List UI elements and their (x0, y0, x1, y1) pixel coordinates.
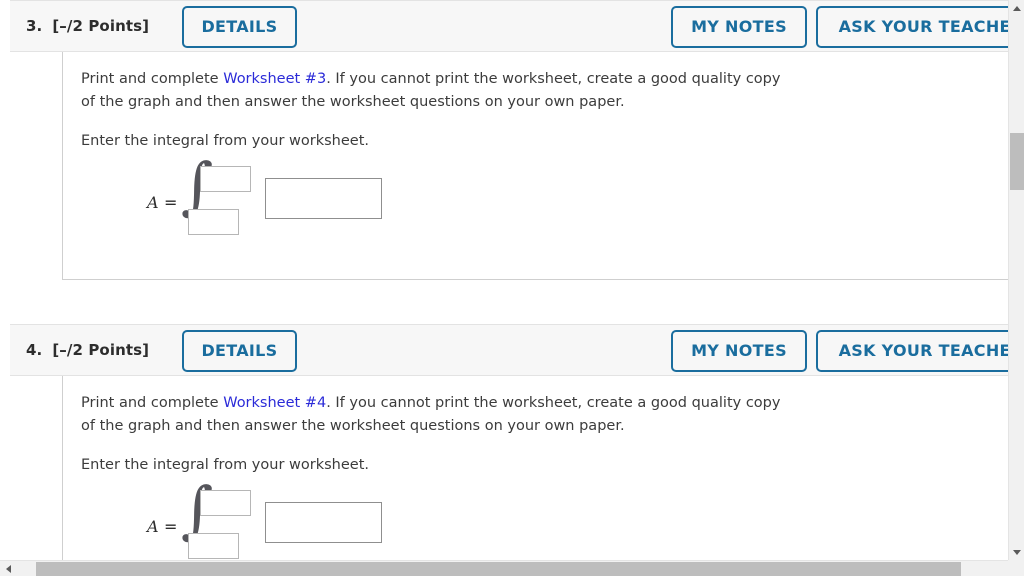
area-variable-label-3: A (147, 193, 159, 212)
lower-limit-input-4[interactable] (188, 533, 239, 559)
worksheet-link-4[interactable]: Worksheet #4 (223, 395, 326, 411)
scrollbar-corner (1008, 560, 1024, 576)
details-button-4[interactable]: DETAILS (182, 330, 297, 372)
area-variable-label-4: A (147, 517, 159, 536)
vertical-scrollbar[interactable] (1008, 0, 1024, 560)
question-number-3: 3. (26, 17, 43, 35)
ask-your-teacher-button-3[interactable]: ASK YOUR TEACHER (816, 6, 1008, 48)
ask-your-teacher-button-4[interactable]: ASK YOUR TEACHER (816, 330, 1008, 372)
question-number-4: 4. (26, 341, 43, 359)
horizontal-scrollbar-thumb[interactable] (36, 562, 961, 576)
equals-sign-3: = (164, 193, 178, 212)
vertical-scrollbar-thumb[interactable] (1010, 133, 1024, 190)
question-instruction-3: Print and complete Worksheet #3. If you … (81, 68, 781, 114)
lower-limit-input-3[interactable] (188, 209, 239, 235)
upper-limit-input-3[interactable] (200, 166, 251, 192)
question-card-3: 3. [–/2 Points] DETAILS MY NOTES ASK YOU… (10, 0, 1008, 280)
worksheet-link-3[interactable]: Worksheet #3 (223, 71, 326, 87)
instruction-text-pre-4: Print and complete (81, 395, 224, 411)
details-button-3[interactable]: DETAILS (182, 6, 297, 48)
question-points-4: [–/2 Points] (52, 341, 150, 359)
scroll-down-button[interactable] (1009, 544, 1024, 560)
arrow-left-icon (5, 565, 11, 573)
page-root: 3. [–/2 Points] DETAILS MY NOTES ASK YOU… (0, 0, 1024, 576)
upper-limit-input-4[interactable] (200, 490, 251, 516)
question-instruction-4: Print and complete Worksheet #4. If you … (81, 392, 781, 438)
integral-expression-4: A = ∫ (147, 479, 1008, 560)
question-body-4: Print and complete Worksheet #4. If you … (62, 376, 1008, 560)
question-body-3: Print and complete Worksheet #3. If you … (62, 52, 1008, 280)
instruction-text-pre-3: Print and complete (81, 71, 224, 87)
integral-expression-3: A = ∫ (147, 155, 1008, 245)
question-points-3: [–/2 Points] (52, 17, 150, 35)
arrow-up-icon (1013, 5, 1021, 11)
horizontal-scrollbar[interactable] (0, 560, 1024, 576)
integrand-input-4[interactable] (265, 502, 382, 543)
integrand-input-3[interactable] (265, 178, 382, 219)
my-notes-button-4[interactable]: MY NOTES (671, 330, 807, 372)
equals-sign-4: = (164, 517, 178, 536)
question-card-4: 4. [–/2 Points] DETAILS MY NOTES ASK YOU… (10, 324, 1008, 560)
scrollable-viewport: 3. [–/2 Points] DETAILS MY NOTES ASK YOU… (0, 0, 1008, 560)
question-header-4: 4. [–/2 Points] DETAILS MY NOTES ASK YOU… (10, 324, 1008, 376)
my-notes-button-3[interactable]: MY NOTES (671, 6, 807, 48)
question-header-3: 3. [–/2 Points] DETAILS MY NOTES ASK YOU… (10, 0, 1008, 52)
scroll-left-button[interactable] (0, 561, 16, 576)
arrow-down-icon (1013, 549, 1021, 555)
scroll-up-button[interactable] (1009, 0, 1024, 16)
